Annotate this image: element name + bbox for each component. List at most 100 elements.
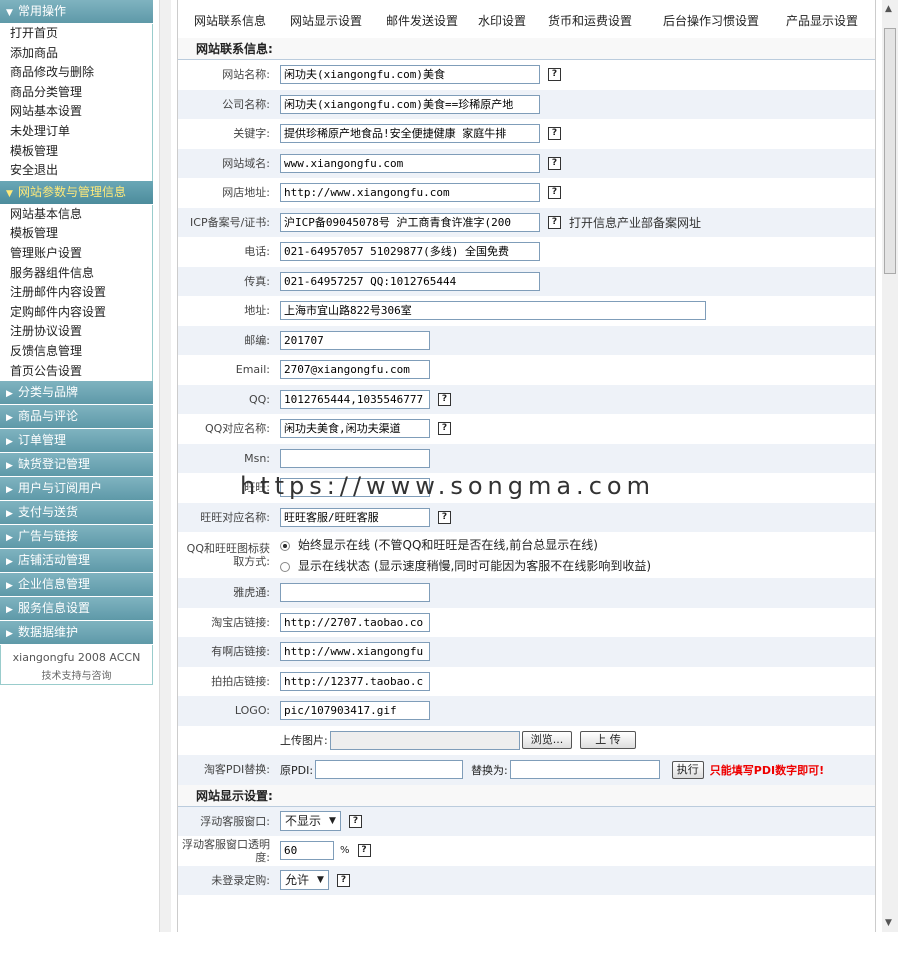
help-icon[interactable]: ? [548, 216, 561, 229]
sidebar-section-collapsed[interactable]: ▶缺货登记管理 [0, 453, 153, 477]
sidebar-section-collapsed[interactable]: ▶用户与订阅用户 [0, 477, 153, 501]
text-input[interactable]: 021-64957257 QQ:1012765444 [280, 272, 540, 291]
text-input[interactable]: 021-64957057 51029877(多线) 全国免费 [280, 242, 540, 261]
field-label: 淘宝店链接: [178, 616, 280, 629]
sidebar-item[interactable]: 打开首页 [0, 24, 152, 44]
text-input[interactable]: http://www.xiangongfu [280, 642, 430, 661]
watermark-text: https://www.songma.com [240, 472, 655, 500]
text-input[interactable]: 提供珍稀原产地食品!安全便捷健康 家庭牛排 [280, 124, 540, 143]
text-input[interactable]: 沪ICP备09045078号 沪工商青食许准字(200 [280, 213, 540, 232]
replace-pdi-input[interactable] [510, 760, 660, 779]
sidebar-item[interactable]: 未处理订单 [0, 122, 152, 142]
sidebar-section-collapsed[interactable]: ▶商品与评论 [0, 405, 153, 429]
orig-pdi-input[interactable] [315, 760, 463, 779]
text-input[interactable]: http://12377.taobao.c [280, 672, 430, 691]
sidebar-item[interactable]: 模板管理 [0, 224, 152, 244]
text-input[interactable]: 旺旺客服/旺旺客服 [280, 508, 430, 527]
opacity-input[interactable]: 60 [280, 841, 334, 860]
text-input[interactable]: http://2707.taobao.co [280, 613, 430, 632]
help-icon[interactable]: ? [349, 815, 362, 828]
scroll-up-icon[interactable]: ▲ [885, 4, 892, 14]
sidebar-item[interactable]: 定购邮件内容设置 [0, 303, 152, 323]
text-input[interactable]: www.xiangongfu.com [280, 154, 540, 173]
help-icon[interactable]: ? [548, 157, 561, 170]
settings-tab[interactable]: 网站显示设置 [290, 12, 362, 29]
sidebar-item[interactable]: 网站基本信息 [0, 205, 152, 225]
text-input[interactable]: 闲功夫(xiangongfu.com)美食==珍稀原产地 [280, 95, 540, 114]
settings-tab[interactable]: 产品显示设置 [786, 12, 858, 29]
help-icon[interactable]: ? [438, 422, 451, 435]
settings-tab[interactable]: 邮件发送设置 [386, 12, 458, 29]
form-row: LOGO:pic/107903417.gif [178, 696, 875, 726]
help-icon[interactable]: ? [438, 511, 451, 524]
sidebar-section-collapsed[interactable]: ▶支付与送货 [0, 501, 153, 525]
settings-tab[interactable]: 后台操作习惯设置 [663, 12, 759, 29]
help-icon[interactable]: ? [358, 844, 371, 857]
sidebar-section-items: 网站基本信息模板管理管理账户设置服务器组件信息注册邮件内容设置定购邮件内容设置注… [0, 205, 153, 381]
scroll-down-icon[interactable]: ▼ [885, 918, 892, 928]
sidebar-item[interactable]: 商品分类管理 [0, 83, 152, 103]
text-input[interactable]: 闲功夫美食,闲功夫渠道 [280, 419, 430, 438]
sidebar-item[interactable]: 首页公告设置 [0, 362, 152, 382]
sidebar-item[interactable]: 网站基本设置 [0, 102, 152, 122]
scrollbar-thumb[interactable] [884, 28, 896, 274]
page-scrollbar[interactable]: ▲ ▼ [882, 0, 898, 932]
sidebar-item[interactable]: 服务器组件信息 [0, 264, 152, 284]
sidebar-item[interactable]: 注册邮件内容设置 [0, 283, 152, 303]
text-input[interactable]: 1012765444,1035546777 [280, 390, 430, 409]
sidebar-section-collapsed[interactable]: ▶订单管理 [0, 429, 153, 453]
text-input[interactable] [280, 583, 430, 602]
settings-tab[interactable]: 网站联系信息 [194, 12, 266, 29]
text-input[interactable]: 上海市宜山路822号306室 [280, 301, 706, 320]
text-input[interactable]: pic/107903417.gif [280, 701, 430, 720]
file-input[interactable] [330, 731, 520, 750]
help-icon[interactable]: ? [548, 68, 561, 81]
sidebar-section-collapsed[interactable]: ▶企业信息管理 [0, 573, 153, 597]
help-icon[interactable]: ? [337, 874, 350, 887]
sidebar-section-collapsed[interactable]: ▶数据据维护 [0, 621, 153, 645]
radio-option[interactable]: 显示在线状态 (显示速度稍慢,同时可能因为客服不在线影响到收益) [280, 557, 651, 574]
sidebar-item[interactable]: 安全退出 [0, 161, 152, 181]
sidebar-section-collapsed[interactable]: ▶分类与品牌 [0, 381, 153, 405]
text-input[interactable]: 2707@xiangongfu.com [280, 360, 430, 379]
chevron-down-icon: ▼ [317, 871, 324, 889]
sidebar-item[interactable]: 管理账户设置 [0, 244, 152, 264]
chevron-right-icon: ▶ [6, 407, 18, 429]
settings-tabs: 网站联系信息 网站显示设置 邮件发送设置 水印设置 货币和运费设置 后台操作习惯设置 产品显… [178, 0, 875, 38]
sidebar-item[interactable]: 商品修改与删除 [0, 63, 152, 83]
sidebar-section-collapsed[interactable]: ▶服务信息设置 [0, 597, 153, 621]
select-dropdown[interactable]: 允许▼ [280, 870, 329, 890]
help-icon[interactable]: ? [548, 186, 561, 199]
replace-cell: 原PDI:替换为:执行只能填写PDI数字即可! [280, 760, 875, 779]
radio-button[interactable] [280, 562, 290, 572]
upload-cell: 上传图片:浏览...上 传 [280, 731, 875, 750]
settings-tab[interactable]: 货币和运费设置 [548, 12, 632, 29]
browse-button[interactable]: 浏览... [522, 731, 573, 749]
sidebar-item[interactable]: 模板管理 [0, 142, 152, 162]
help-icon[interactable]: ? [548, 127, 561, 140]
sidebar-section-header[interactable]: ▼常用操作 [0, 0, 153, 24]
left-frame-scrollbar[interactable] [159, 0, 171, 932]
orig-pdi-label: 原PDI: [280, 762, 313, 778]
select-dropdown[interactable]: 不显示▼ [280, 811, 341, 831]
settings-tab[interactable]: 水印设置 [478, 12, 526, 29]
text-input[interactable]: 201707 [280, 331, 430, 350]
chevron-right-icon: ▶ [6, 503, 18, 525]
sidebar-item[interactable]: 添加商品 [0, 44, 152, 64]
text-input[interactable]: http://www.xiangongfu.com [280, 183, 540, 202]
upload-button[interactable]: 上 传 [580, 731, 636, 749]
sidebar-section-collapsed[interactable]: ▶广告与链接 [0, 525, 153, 549]
field-label: 公司名称: [178, 98, 280, 111]
sidebar-item[interactable]: 反馈信息管理 [0, 342, 152, 362]
sidebar-item[interactable]: 注册协议设置 [0, 322, 152, 342]
radio-button[interactable] [280, 541, 290, 551]
text-input[interactable]: 闲功夫(xiangongfu.com)美食 [280, 65, 540, 84]
help-icon[interactable]: ? [438, 393, 451, 406]
text-input[interactable] [280, 449, 430, 468]
radio-option[interactable]: 始终显示在线 (不管QQ和旺旺是否在线,前台总显示在线) [280, 536, 598, 553]
sidebar-section-header[interactable]: ▼网站参数与管理信息 [0, 181, 153, 205]
chevron-right-icon: ▶ [6, 599, 18, 621]
icp-link[interactable]: 打开信息产业部备案网址 [569, 214, 701, 231]
sidebar-section-collapsed[interactable]: ▶店铺活动管理 [0, 549, 153, 573]
execute-button[interactable]: 执行 [672, 761, 704, 779]
